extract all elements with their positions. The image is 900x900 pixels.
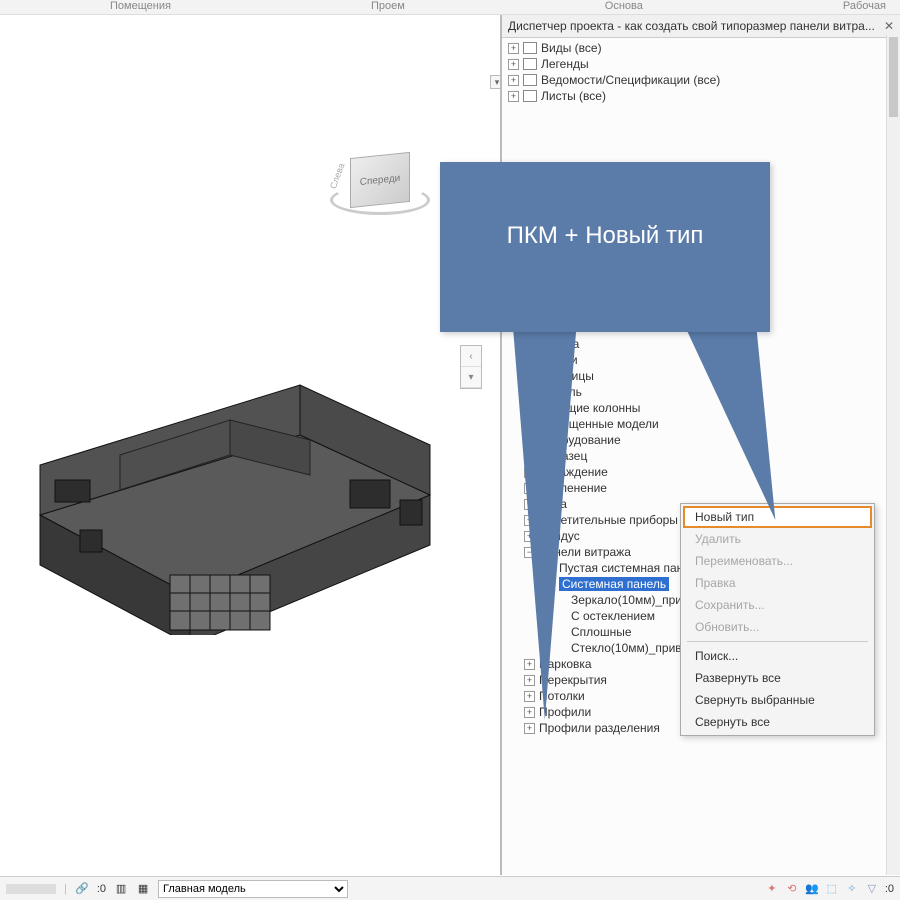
tree-node[interactable]: + Виды (все)	[504, 40, 900, 56]
status-segment	[6, 884, 56, 894]
sync-icon[interactable]: ⟲	[785, 882, 799, 896]
expand-icon[interactable]: +	[508, 59, 519, 70]
ribbon-label: Рабочая плоскость	[843, 0, 894, 15]
tree-label: Листы (все)	[541, 89, 606, 103]
close-icon[interactable]: ✕	[884, 19, 894, 33]
model-3d-view	[20, 345, 450, 635]
filter-icon[interactable]: ▽	[865, 882, 879, 896]
users-icon[interactable]: 👥	[805, 882, 819, 896]
context-menu-item: Правка	[683, 572, 872, 594]
status-bar: | 🔗 :0 ▥ ▦ Главная модель ✦ ⟲ 👥 ⬚ ✧ ▽ :0	[0, 876, 900, 900]
context-menu-item: Переименовать...	[683, 550, 872, 572]
scrollbar-vertical[interactable]	[886, 35, 900, 875]
status-count: :0	[97, 883, 106, 895]
context-menu-item[interactable]: Свернуть выбранные	[683, 689, 872, 711]
tree-node[interactable]: + Ведомости/Спецификации (все)	[504, 72, 900, 88]
highlight-icon[interactable]: ✧	[845, 882, 859, 896]
main-model-select[interactable]: Главная модель	[158, 880, 348, 898]
filter-count: :0	[885, 883, 894, 895]
expand-icon[interactable]: +	[508, 75, 519, 86]
callout-text: ПКМ + Новый тип	[507, 222, 704, 250]
tree-label: Виды (все)	[541, 41, 602, 55]
tree-label: Легенды	[541, 57, 589, 71]
context-menu: Новый типУдалитьПереименовать...ПравкаСо…	[680, 503, 875, 736]
viewcube-face-front[interactable]: Спереди	[360, 172, 401, 187]
link-icon[interactable]: 🔗	[75, 882, 89, 896]
context-menu-item: Сохранить...	[683, 594, 872, 616]
ribbon-label: Основа	[605, 0, 643, 12]
project-browser-title: Диспетчер проекта - как создать свой тип…	[508, 19, 875, 33]
context-menu-item[interactable]: Поиск...	[683, 645, 872, 667]
category-icon	[523, 90, 537, 102]
chevron-down-icon[interactable]: ▾	[461, 367, 481, 388]
annotation-callout: ПКМ + Новый тип	[440, 162, 770, 332]
category-icon	[523, 42, 537, 54]
category-icon	[523, 74, 537, 86]
expand-icon[interactable]: +	[508, 43, 519, 54]
worksets-icon[interactable]: ✦	[765, 882, 779, 896]
sheet-icon[interactable]: ▥	[114, 882, 128, 896]
menu-separator	[687, 641, 868, 642]
context-menu-item: Обновить...	[683, 616, 872, 638]
viewcube-face-side[interactable]: Слева	[328, 162, 346, 190]
context-menu-item[interactable]: Развернуть все	[683, 667, 872, 689]
tree-label: Ведомости/Спецификации (все)	[541, 73, 720, 87]
select-icon[interactable]: ⬚	[825, 882, 839, 896]
viewcube[interactable]: Спереди Слева	[350, 155, 410, 205]
ribbon-label: Помещения и зоны	[110, 0, 171, 15]
chevron-left-icon[interactable]: ‹	[461, 346, 481, 367]
context-menu-item[interactable]: Свернуть все	[683, 711, 872, 733]
ribbon-panel-labels: Помещения и зоны Проем Основа Рабочая пл…	[0, 0, 900, 15]
ribbon-label: Проем	[371, 0, 405, 12]
expand-icon[interactable]: +	[524, 723, 535, 734]
scrollbar-thumb[interactable]	[889, 37, 898, 117]
model-icon[interactable]: ▦	[136, 882, 150, 896]
tree-node[interactable]: + Легенды	[504, 56, 900, 72]
navbar-flyout[interactable]: ‹ ▾	[460, 345, 482, 389]
expand-icon[interactable]: +	[508, 91, 519, 102]
category-icon	[523, 58, 537, 70]
tree-node[interactable]: + Листы (все)	[504, 88, 900, 104]
context-menu-item: Удалить	[683, 528, 872, 550]
viewport-3d[interactable]: ▾ Спереди Слева ‹ ▾	[0, 15, 500, 875]
tree-label: Профили разделения	[539, 721, 660, 735]
